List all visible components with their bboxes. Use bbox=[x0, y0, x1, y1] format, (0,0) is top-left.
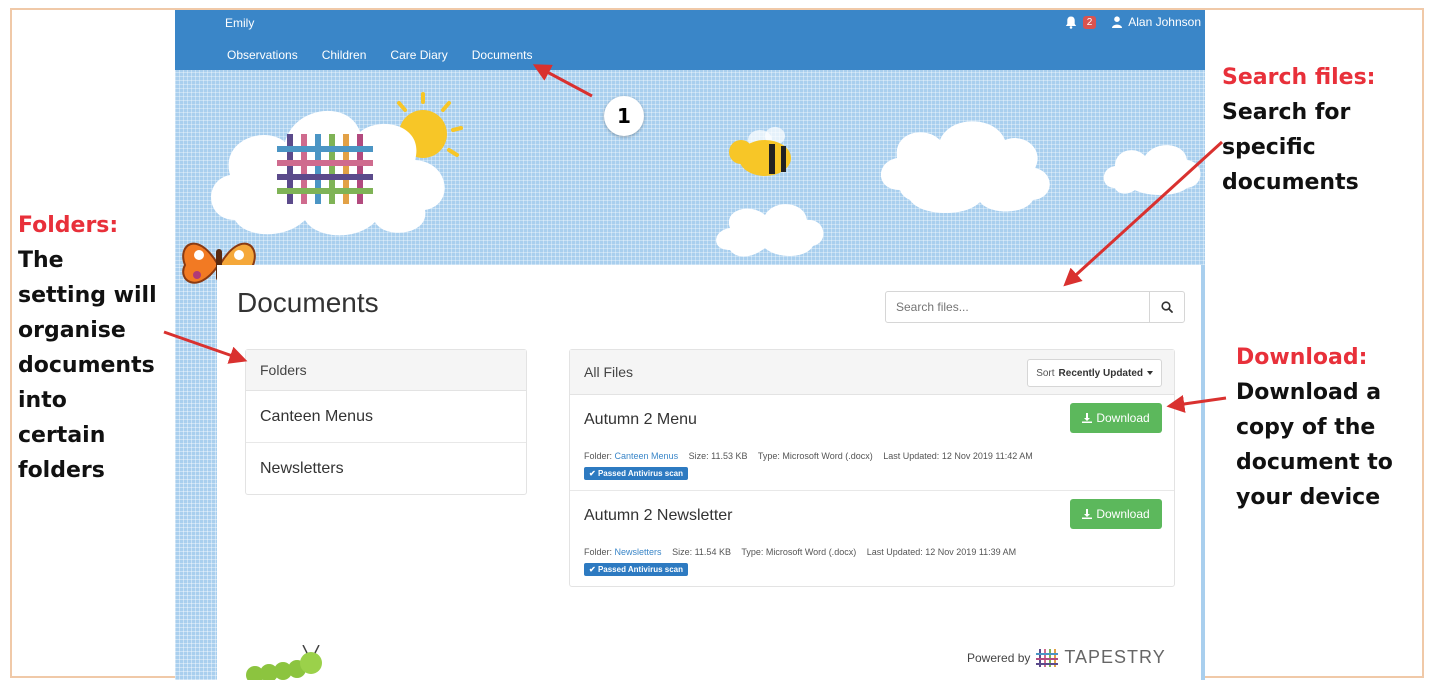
annotation-download: Download: Download a copy of the documen… bbox=[1236, 340, 1426, 515]
notification-badge[interactable]: 2 bbox=[1082, 15, 1097, 29]
main-content: Documents Folders Canteen Menus Newslett… bbox=[217, 265, 1201, 680]
download-button[interactable]: Download bbox=[1070, 499, 1162, 529]
search-icon bbox=[1161, 301, 1173, 313]
folders-header: Folders bbox=[246, 350, 526, 391]
files-header-title: All Files bbox=[584, 364, 634, 380]
annotation-line: organise bbox=[18, 318, 126, 343]
nav-observations[interactable]: Observations bbox=[227, 48, 298, 62]
download-icon bbox=[1082, 413, 1093, 423]
file-meta: Folder: Newsletters Size: 11.54 KB Type:… bbox=[584, 547, 1016, 557]
file-row: Autumn 2 Newsletter Download Folder: New… bbox=[570, 491, 1174, 586]
meta-updated: 12 Nov 2019 11:39 AM bbox=[925, 547, 1017, 557]
file-meta: Folder: Canteen Menus Size: 11.53 KB Typ… bbox=[584, 451, 1033, 461]
antivirus-label: Passed Antivirus scan bbox=[597, 565, 684, 574]
annotation-line: documents bbox=[18, 353, 155, 378]
meta-size-label: Size: bbox=[688, 451, 709, 461]
download-button[interactable]: Download bbox=[1070, 403, 1162, 433]
annotation-search: Search files: Search for specific docume… bbox=[1222, 60, 1422, 200]
user-name[interactable]: Alan Johnson bbox=[1128, 15, 1201, 29]
app-window: Emily Observations Children Care Diary D… bbox=[175, 10, 1205, 680]
annotation-line: setting will bbox=[18, 283, 157, 308]
meta-folder-label: Folder: bbox=[584, 451, 613, 461]
check-icon: ✔ bbox=[589, 469, 596, 478]
meta-size: 11.54 KB bbox=[694, 547, 731, 557]
annotation-line: The bbox=[18, 248, 64, 273]
annotation-line: document to bbox=[1236, 450, 1393, 475]
bee-icon bbox=[729, 127, 791, 176]
annotation-folders-heading: Folders: bbox=[18, 213, 119, 238]
powered-by: Powered by TAPESTRY bbox=[967, 647, 1166, 668]
annotation-line: copy of the bbox=[1236, 415, 1376, 440]
annotation-search-heading: Search files: bbox=[1222, 65, 1376, 90]
meta-type: Microsoft Word (.docx) bbox=[782, 451, 873, 461]
download-label: Download bbox=[1096, 507, 1150, 521]
tapestry-mini-logo-icon bbox=[1036, 648, 1059, 667]
search-button[interactable] bbox=[1149, 292, 1184, 322]
search-input[interactable] bbox=[886, 292, 1149, 322]
side-pattern bbox=[175, 265, 217, 680]
file-name[interactable]: Autumn 2 Newsletter bbox=[584, 507, 733, 525]
annotation-folders: Folders: The setting will organise docum… bbox=[18, 208, 178, 488]
step-marker: 1 bbox=[604, 96, 644, 136]
meta-folder-label: Folder: bbox=[584, 547, 613, 557]
meta-updated-label: Last Updated: bbox=[883, 451, 940, 461]
meta-type-label: Type: bbox=[741, 547, 764, 557]
caret-down-icon bbox=[1147, 371, 1153, 375]
download-label: Download bbox=[1096, 411, 1150, 425]
user-area: 2 Alan Johnson bbox=[1065, 15, 1201, 29]
header-banner bbox=[175, 70, 1205, 265]
file-row: Autumn 2 Menu Download Folder: Canteen M… bbox=[570, 395, 1174, 491]
meta-type: Microsoft Word (.docx) bbox=[765, 547, 857, 557]
cloud-shape bbox=[880, 121, 1050, 214]
caterpillar-icon bbox=[246, 645, 322, 680]
side-pattern-right bbox=[1201, 265, 1205, 680]
bell-icon[interactable] bbox=[1065, 16, 1077, 29]
top-nav-bar: Emily Observations Children Care Diary D… bbox=[175, 10, 1205, 70]
meta-size-label: Size: bbox=[672, 547, 693, 557]
annotation-line: Search for bbox=[1222, 100, 1351, 125]
main-nav: Observations Children Care Diary Documen… bbox=[227, 48, 532, 62]
meta-type-label: Type: bbox=[757, 451, 780, 461]
annotation-download-heading: Download: bbox=[1236, 345, 1368, 370]
banner-illustration bbox=[211, 92, 1201, 257]
cloud-shape bbox=[1103, 145, 1201, 195]
annotation-line: your device bbox=[1236, 485, 1381, 510]
tapestry-brand[interactable]: TAPESTRY bbox=[1064, 647, 1165, 668]
annotation-line: Download a bbox=[1236, 380, 1382, 405]
nav-documents[interactable]: Documents bbox=[472, 48, 533, 62]
sort-dropdown[interactable]: Sort Recently Updated bbox=[1027, 359, 1162, 387]
download-icon bbox=[1082, 509, 1093, 519]
annotation-line: into bbox=[18, 388, 67, 413]
meta-folder-link[interactable]: Newsletters bbox=[615, 547, 662, 557]
meta-updated: 12 Nov 2019 11:42 AM bbox=[941, 451, 1033, 461]
folders-panel: Folders Canteen Menus Newsletters bbox=[245, 349, 527, 495]
folder-item-canteen-menus[interactable]: Canteen Menus bbox=[246, 391, 526, 443]
annotation-line: documents bbox=[1222, 170, 1359, 195]
cloud-shape bbox=[716, 204, 824, 257]
annotation-line: specific bbox=[1222, 135, 1316, 160]
search-bar bbox=[885, 291, 1185, 323]
child-name[interactable]: Emily bbox=[225, 16, 254, 30]
meta-size: 11.53 KB bbox=[711, 451, 748, 461]
files-header: All Files Sort Recently Updated bbox=[570, 350, 1174, 395]
files-panel: All Files Sort Recently Updated Autumn 2… bbox=[569, 349, 1175, 587]
folder-item-newsletters[interactable]: Newsletters bbox=[246, 443, 526, 494]
meta-folder-link[interactable]: Canteen Menus bbox=[615, 451, 679, 461]
antivirus-badge: ✔ Passed Antivirus scan bbox=[584, 467, 689, 480]
page-title: Documents bbox=[237, 287, 379, 318]
sort-value: Recently Updated bbox=[1058, 367, 1143, 379]
file-name[interactable]: Autumn 2 Menu bbox=[584, 411, 697, 429]
sort-label: Sort bbox=[1036, 367, 1055, 379]
powered-by-label: Powered by bbox=[967, 650, 1031, 665]
meta-updated-label: Last Updated: bbox=[866, 547, 923, 557]
annotation-line: folders bbox=[18, 458, 105, 483]
antivirus-label: Passed Antivirus scan bbox=[597, 469, 684, 478]
nav-children[interactable]: Children bbox=[322, 48, 367, 62]
check-icon: ✔ bbox=[589, 565, 596, 574]
annotation-line: certain bbox=[18, 423, 106, 448]
user-icon bbox=[1112, 16, 1123, 28]
antivirus-badge: ✔ Passed Antivirus scan bbox=[584, 563, 689, 576]
nav-care-diary[interactable]: Care Diary bbox=[390, 48, 447, 62]
